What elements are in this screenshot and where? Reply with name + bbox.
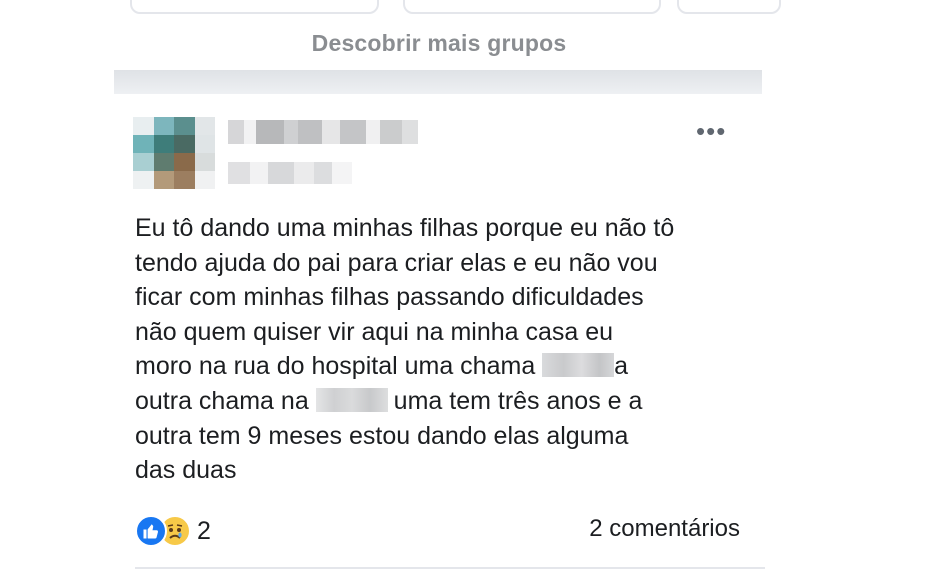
comments-count-link[interactable]: 2 comentários <box>589 515 740 543</box>
redacted-name <box>315 387 388 412</box>
post-line: Eu tô dando uma minhas filhas porque eu … <box>135 214 675 242</box>
redacted-name <box>542 353 615 378</box>
post-line: uma tem três anos e a <box>393 386 643 415</box>
post-line: outra chama na <box>135 386 316 415</box>
post-text: Eu tô dando uma minhas filhas porque eu … <box>135 211 765 488</box>
post-timestamp[interactable] <box>228 162 352 184</box>
group-card[interactable] <box>677 0 781 14</box>
author-name[interactable] <box>228 120 418 144</box>
avatar[interactable] <box>133 117 215 189</box>
more-options-icon[interactable]: ••• <box>696 118 726 144</box>
post-line: outra tem 9 meses estou dando elas algum… <box>135 421 629 450</box>
reaction-count: 2 <box>197 516 211 545</box>
like-icon <box>135 515 167 547</box>
divider <box>135 567 765 569</box>
post-line: das duas <box>135 456 237 485</box>
post-line: a <box>614 352 629 381</box>
feed-separator <box>114 70 762 94</box>
group-card[interactable] <box>403 0 661 14</box>
discover-more-groups-link[interactable]: Descobrir mais grupos <box>0 30 878 57</box>
post-line: tendo ajuda do pai para criar elas e eu … <box>135 248 658 277</box>
post-line: não quem quiser vir aqui na minha casa e… <box>135 317 614 346</box>
post-line: moro na rua do hospital uma chama <box>135 352 543 381</box>
reactions-summary[interactable]: 2 <box>135 515 211 547</box>
group-card[interactable] <box>130 0 379 14</box>
post-line: ficar com minhas filhas passando dificul… <box>135 283 644 312</box>
